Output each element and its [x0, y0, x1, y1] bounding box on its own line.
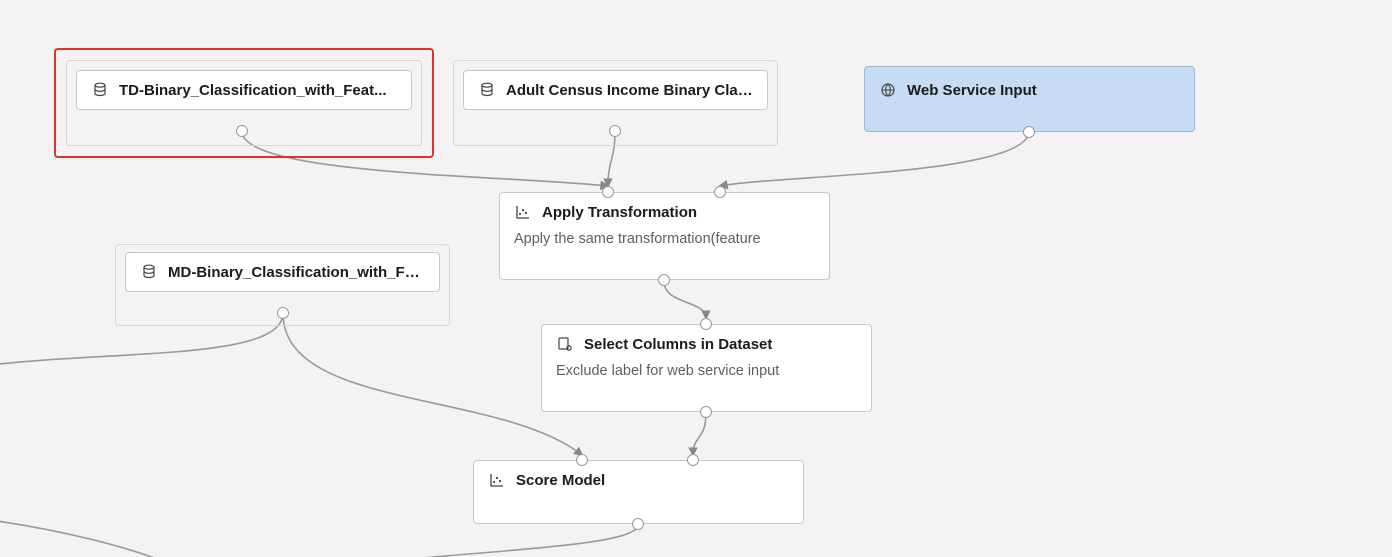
globe-icon — [879, 81, 897, 99]
database-icon — [140, 263, 158, 281]
database-icon — [478, 81, 496, 99]
node-title: MD-Binary_Classification_with_Fea... — [168, 264, 425, 281]
node-subtitle: Exclude label for web service input — [556, 363, 857, 379]
port-out-td-dataset[interactable] — [236, 125, 248, 137]
port-in-score-model-1[interactable] — [576, 454, 588, 466]
port-out-select-columns[interactable] — [700, 406, 712, 418]
node-title: Select Columns in Dataset — [584, 336, 772, 353]
port-in-apply-transformation-2[interactable] — [714, 186, 726, 198]
node-title: Adult Census Income Binary Classi... — [506, 82, 753, 99]
port-in-select-columns[interactable] — [700, 318, 712, 330]
node-title: Score Model — [516, 472, 605, 489]
port-out-apply-transformation[interactable] — [658, 274, 670, 286]
node-td-dataset[interactable]: TD-Binary_Classification_with_Feat... — [76, 70, 412, 110]
node-score-model[interactable]: Score Model — [473, 460, 804, 524]
node-adult-census[interactable]: Adult Census Income Binary Classi... — [463, 70, 768, 110]
scatter-icon — [514, 203, 532, 221]
node-apply-transformation[interactable]: Apply Transformation Apply the same tran… — [499, 192, 830, 280]
port-out-md-dataset[interactable] — [277, 307, 289, 319]
node-title: Apply Transformation — [542, 204, 697, 221]
node-subtitle: Apply the same transformation(feature — [514, 231, 815, 247]
scatter-icon — [488, 471, 506, 489]
node-title: TD-Binary_Classification_with_Feat... — [119, 82, 387, 99]
database-icon — [91, 81, 109, 99]
port-out-web-service-input[interactable] — [1023, 126, 1035, 138]
port-out-score-model[interactable] — [632, 518, 644, 530]
node-md-dataset[interactable]: MD-Binary_Classification_with_Fea... — [125, 252, 440, 292]
port-in-apply-transformation-1[interactable] — [602, 186, 614, 198]
node-web-service-input[interactable]: Web Service Input — [864, 66, 1195, 132]
pipeline-canvas[interactable]: TD-Binary_Classification_with_Feat... Ad… — [0, 0, 1392, 557]
port-out-adult-census[interactable] — [609, 125, 621, 137]
node-title: Web Service Input — [907, 82, 1037, 99]
node-select-columns[interactable]: Select Columns in Dataset Exclude label … — [541, 324, 872, 412]
dataset-gear-icon — [556, 335, 574, 353]
port-in-score-model-2[interactable] — [687, 454, 699, 466]
